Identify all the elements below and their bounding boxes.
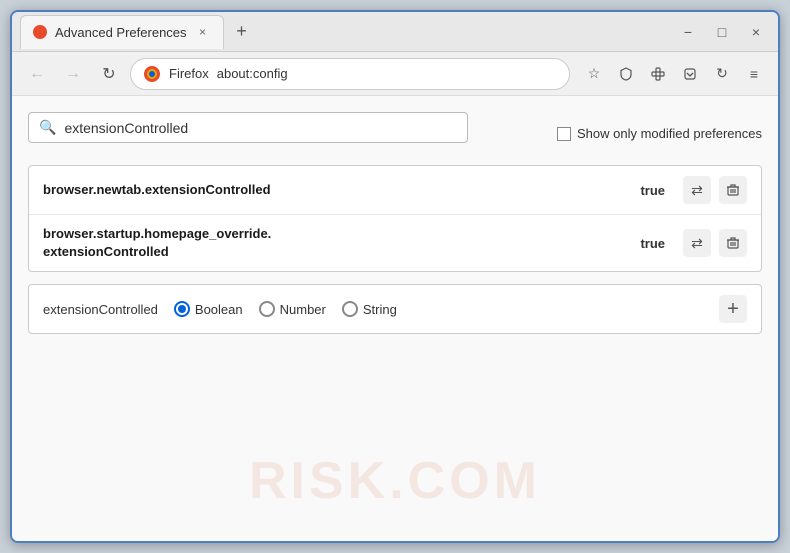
forward-button[interactable]: → bbox=[58, 59, 88, 89]
new-tab-button[interactable]: + bbox=[228, 18, 256, 46]
new-pref-name: extensionControlled bbox=[43, 302, 158, 317]
search-icon: 🔍 bbox=[39, 119, 56, 136]
maximize-button[interactable]: □ bbox=[708, 18, 736, 46]
table-row: browser.newtab.extensionControlled true … bbox=[29, 166, 761, 215]
radio-number-outer bbox=[259, 301, 275, 317]
add-preference-button[interactable]: + bbox=[719, 295, 747, 323]
pocket-button[interactable] bbox=[676, 60, 704, 88]
firefox-logo bbox=[143, 65, 161, 83]
radio-number-label: Number bbox=[280, 302, 326, 317]
show-modified-checkbox-label[interactable]: Show only modified preferences bbox=[557, 126, 762, 141]
results-table: browser.newtab.extensionControlled true … bbox=[28, 165, 762, 272]
browser-toolbar: ← → ↻ Firefox about:config ☆ bbox=[12, 52, 778, 96]
url-display: about:config bbox=[217, 66, 288, 81]
window-close-button[interactable]: × bbox=[742, 18, 770, 46]
browser-name-label: Firefox bbox=[169, 66, 209, 81]
show-modified-checkbox[interactable] bbox=[557, 127, 571, 141]
tab-label: Advanced Preferences bbox=[55, 25, 187, 40]
refresh-button[interactable]: ↻ bbox=[94, 59, 124, 89]
shield-button[interactable] bbox=[612, 60, 640, 88]
radio-boolean-label: Boolean bbox=[195, 302, 243, 317]
search-bar[interactable]: 🔍 bbox=[28, 112, 468, 143]
table-row: browser.startup.homepage_override. exten… bbox=[29, 215, 761, 271]
radio-boolean[interactable]: Boolean bbox=[174, 301, 243, 317]
back-button[interactable]: ← bbox=[22, 59, 52, 89]
radio-number[interactable]: Number bbox=[259, 301, 326, 317]
pref-name-2-line1: browser.startup.homepage_override. bbox=[43, 226, 271, 241]
pref-name-2-line2: extensionControlled bbox=[43, 244, 169, 259]
radio-string-outer bbox=[342, 301, 358, 317]
search-input[interactable] bbox=[64, 120, 457, 136]
pref-value-1: true bbox=[640, 183, 665, 198]
toolbar-icons: ☆ ↻ ≡ bbox=[580, 60, 768, 88]
pref-value-2: true bbox=[640, 236, 665, 251]
extension-button[interactable] bbox=[644, 60, 672, 88]
bookmark-button[interactable]: ☆ bbox=[580, 60, 608, 88]
radio-boolean-inner bbox=[178, 305, 186, 313]
type-radio-group: Boolean Number String bbox=[174, 301, 703, 317]
title-bar: Advanced Preferences × + − □ × bbox=[12, 12, 778, 52]
page-content: RISK.COM 🔍 Show only modified preference… bbox=[12, 96, 778, 541]
pref-name-2: browser.startup.homepage_override. exten… bbox=[43, 225, 630, 261]
watermark: RISK.COM bbox=[249, 451, 541, 511]
minimize-button[interactable]: − bbox=[674, 18, 702, 46]
tab-favicon bbox=[33, 25, 47, 39]
row-actions-1: ⇄ bbox=[683, 176, 747, 204]
row-actions-2: ⇄ bbox=[683, 229, 747, 257]
pref-name-1: browser.newtab.extensionControlled bbox=[43, 181, 630, 199]
delete-button-1[interactable] bbox=[719, 176, 747, 204]
tab-close-button[interactable]: × bbox=[195, 24, 211, 40]
toggle-button-2[interactable]: ⇄ bbox=[683, 229, 711, 257]
radio-boolean-outer bbox=[174, 301, 190, 317]
browser-tab[interactable]: Advanced Preferences × bbox=[20, 15, 224, 49]
radio-string[interactable]: String bbox=[342, 301, 397, 317]
window-controls: − □ × bbox=[674, 18, 770, 46]
add-preference-row: extensionControlled Boolean Number Strin… bbox=[28, 284, 762, 334]
sync-button[interactable]: ↻ bbox=[708, 60, 736, 88]
delete-button-2[interactable] bbox=[719, 229, 747, 257]
radio-string-label: String bbox=[363, 302, 397, 317]
show-modified-label: Show only modified preferences bbox=[577, 126, 762, 141]
browser-window: Advanced Preferences × + − □ × ← → ↻ Fir… bbox=[10, 10, 780, 543]
address-bar[interactable]: Firefox about:config bbox=[130, 58, 570, 90]
menu-button[interactable]: ≡ bbox=[740, 60, 768, 88]
toggle-button-1[interactable]: ⇄ bbox=[683, 176, 711, 204]
